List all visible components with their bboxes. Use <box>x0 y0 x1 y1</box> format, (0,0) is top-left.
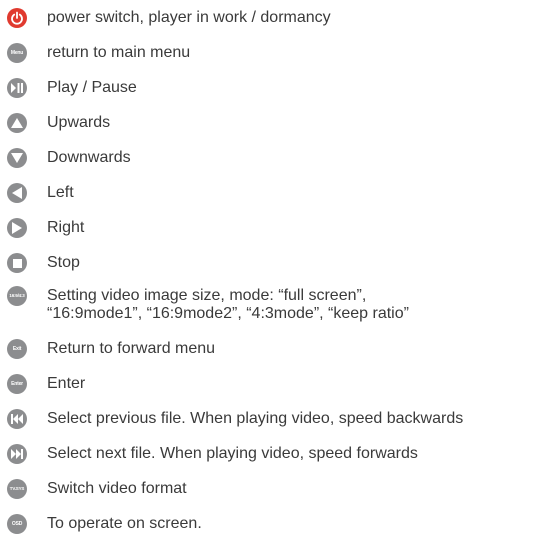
row-label: Left <box>47 184 74 201</box>
row-label: To operate on screen. <box>47 515 202 532</box>
row-label: Switch video format <box>47 480 187 497</box>
row-label: Select next file. When playing video, sp… <box>47 445 418 462</box>
row-aspect-ratio: 16:9/4:3 Setting video image size, mode:… <box>0 282 534 328</box>
row-label-line-1: Setting video image size, mode: “full sc… <box>47 287 367 304</box>
osd-icon: OSD <box>7 514 27 534</box>
row-label: Upwards <box>47 114 111 131</box>
row-menu: Menu return to main menu <box>0 37 534 67</box>
row-power: power switch, player in work / dormancy <box>0 2 534 32</box>
row-label: Stop <box>47 254 80 271</box>
next-icon <box>7 444 27 464</box>
aspect-ratio-icon: 16:9/4:3 <box>7 286 27 306</box>
previous-icon <box>7 409 27 429</box>
right-icon <box>7 218 27 238</box>
row-label: Setting video image size, mode: “full sc… <box>47 287 409 323</box>
row-label: Enter <box>47 375 86 392</box>
row-left: Left <box>0 177 534 207</box>
row-down: Downwards <box>0 142 534 172</box>
up-icon <box>7 113 27 133</box>
row-play-pause: Play / Pause <box>0 72 534 102</box>
power-icon <box>7 8 27 28</box>
row-label: Return to forward menu <box>47 340 216 357</box>
row-right: Right <box>0 212 534 242</box>
row-up: Upwards <box>0 107 534 137</box>
down-icon <box>7 148 27 168</box>
exit-icon: Exit <box>7 339 27 359</box>
row-next: Select next file. When playing video, sp… <box>0 438 534 468</box>
row-label: power switch, player in work / dormancy <box>47 9 331 26</box>
tv-sys-icon: TV.SYS <box>7 479 27 499</box>
row-previous: Select previous file. When playing video… <box>0 403 534 433</box>
row-label: Downwards <box>47 149 131 166</box>
enter-icon: Enter <box>7 374 27 394</box>
row-exit: Exit Return to forward menu <box>0 333 534 363</box>
play-pause-icon <box>7 78 27 98</box>
row-label: Right <box>47 219 85 236</box>
left-icon <box>7 183 27 203</box>
row-label: Play / Pause <box>47 79 137 96</box>
menu-icon: Menu <box>7 43 27 63</box>
row-label-line-2: “16:9mode1”, “16:9mode2”, “4:3mode”, “ke… <box>47 305 409 322</box>
row-stop: Stop <box>0 247 534 277</box>
row-label: return to main menu <box>47 44 191 61</box>
row-tv-sys: TV.SYS Switch video format <box>0 473 534 503</box>
row-label: Select previous file. When playing video… <box>47 410 464 427</box>
row-enter: Enter Enter <box>0 368 534 398</box>
stop-icon <box>7 253 27 273</box>
